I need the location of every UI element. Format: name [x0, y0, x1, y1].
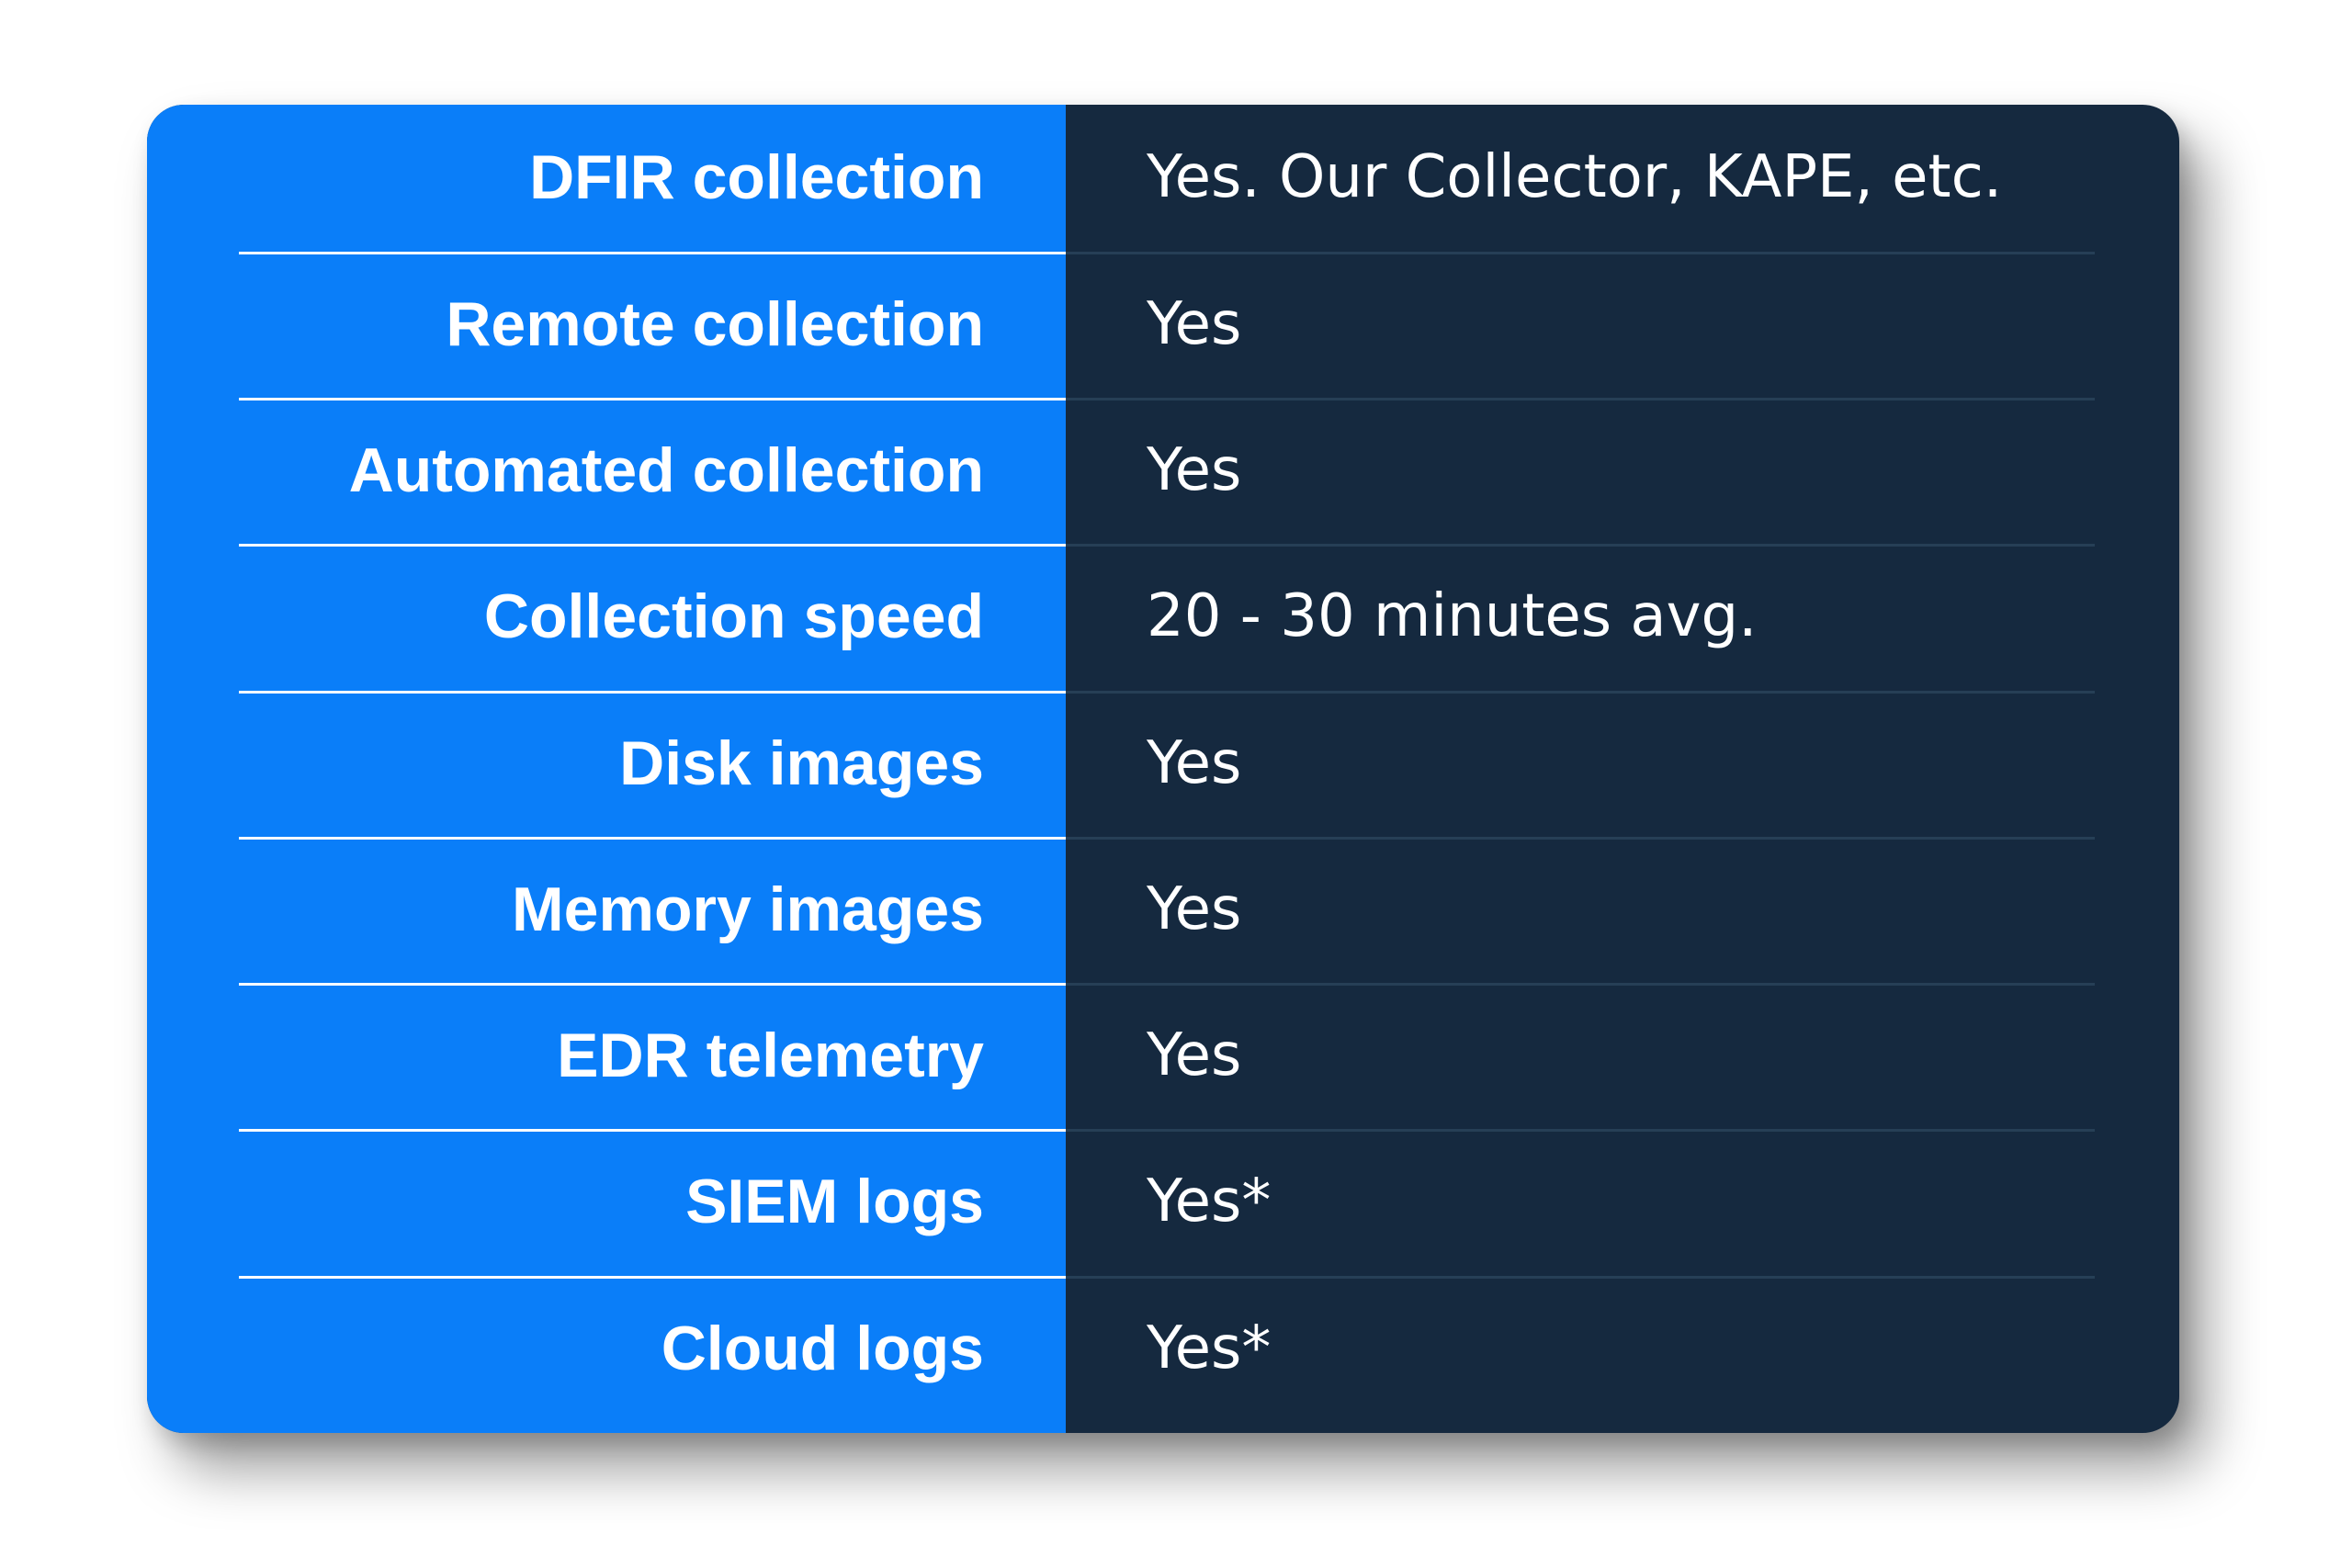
row-label: Automated collection — [348, 435, 984, 505]
row-label: Remote collection — [446, 289, 984, 359]
table-row: Disk images Yes — [147, 691, 2179, 837]
table-row: Automated collection Yes — [147, 398, 2179, 544]
row-value: Yes — [1147, 436, 1242, 504]
row-value: 20 - 30 minutes avg. — [1147, 582, 1758, 650]
row-value: Yes — [1147, 875, 1242, 943]
row-label: Memory images — [512, 874, 984, 944]
comparison-table: DFIR collection Yes. Our Collector, KAPE… — [147, 105, 2179, 1433]
row-label: Cloud logs — [661, 1314, 984, 1383]
table-row: DFIR collection Yes. Our Collector, KAPE… — [147, 105, 2179, 251]
row-value: Yes. Our Collector, KAPE, etc. — [1147, 143, 2003, 211]
row-value: Yes — [1147, 729, 1242, 797]
row-label: Collection speed — [483, 581, 984, 651]
table-row: Cloud logs Yes* — [147, 1276, 2179, 1422]
row-label: Disk images — [619, 728, 984, 798]
row-value: Yes — [1147, 290, 1242, 358]
row-value: Yes* — [1147, 1168, 1272, 1235]
row-label: DFIR collection — [529, 142, 984, 212]
row-value: Yes* — [1147, 1314, 1272, 1382]
table-row: Remote collection Yes — [147, 252, 2179, 398]
row-label: SIEM logs — [685, 1167, 984, 1236]
table-row: Memory images Yes — [147, 837, 2179, 983]
table-row: EDR telemetry Yes — [147, 983, 2179, 1129]
table-row: Collection speed 20 - 30 minutes avg. — [147, 544, 2179, 690]
row-value: Yes — [1147, 1021, 1242, 1089]
table-row: SIEM logs Yes* — [147, 1129, 2179, 1275]
row-label: EDR telemetry — [557, 1021, 984, 1090]
